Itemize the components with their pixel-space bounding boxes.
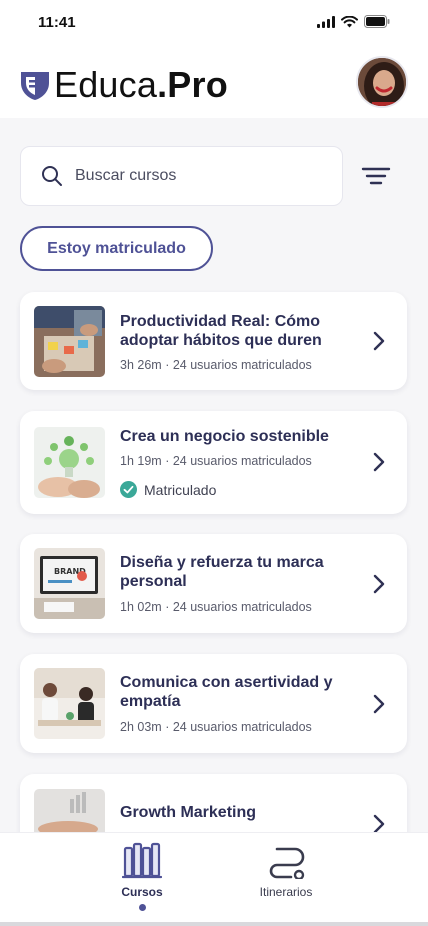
search-box[interactable]: Buscar cursos [20,146,343,206]
course-students: 24 usuarios matriculados [172,600,312,614]
course-duration: 2h 03m [120,720,162,734]
course-title: Diseña y refuerza tu marca personal [120,554,324,590]
chevron-right-icon[interactable] [371,451,387,473]
course-meta: 1h 19m · 24 usuarios matriculados [120,454,312,468]
logo-dot: . [157,64,168,105]
shield-logo-icon [21,72,49,100]
course-students: 24 usuarios matriculados [172,358,312,372]
course-title: Growth Marketing [120,804,257,821]
logo-text: Educa.Pro [54,64,228,106]
course-thumbnail [34,668,105,739]
course-thumbnail [34,427,105,498]
active-tab-indicator [138,904,146,911]
books-icon [122,842,162,879]
course-meta: 2h 03m · 24 usuarios matriculados [120,720,312,734]
app-header: Educa.Pro [0,46,428,118]
course-card[interactable]: Productividad Real: Cómo adoptar hábitos… [20,292,407,390]
user-avatar[interactable] [356,56,408,108]
meta-separator: · [165,600,170,614]
course-title: Crea un negocio sostenible [120,428,329,445]
check-circle-icon [120,481,137,498]
course-thumbnail [34,306,105,377]
route-icon [269,847,305,879]
app-logo[interactable]: Educa.Pro [20,64,228,106]
bottom-tab-bar: Cursos Itinerarios [0,832,428,922]
wifi-icon [341,15,358,27]
course-students: 24 usuarios matriculados [172,454,312,468]
logo-bold: Pro [167,64,228,105]
chevron-right-icon[interactable] [371,330,387,352]
course-duration: 3h 26m [120,358,162,372]
avatar-image [358,58,406,106]
battery-icon [364,15,390,28]
meta-separator: · [165,454,170,468]
home-indicator [0,922,428,926]
logo-main: Educa [54,64,158,105]
course-duration: 1h 19m [120,454,162,468]
course-duration: 1h 02m [120,600,162,614]
tab-label: Cursos [121,885,163,899]
status-bar: 11:41 [0,0,428,46]
course-thumbnail: BRAND [34,548,105,619]
course-title: Comunica con asertividad y empatía [120,674,333,710]
meta-separator: · [165,720,170,734]
course-students: 24 usuarios matriculados [172,720,312,734]
course-title: Productividad Real: Cómo adoptar hábitos… [120,313,322,349]
meta-separator: · [165,358,170,372]
tab-itinerarios[interactable]: Itinerarios [256,841,316,899]
course-card[interactable]: Comunica con asertividad y empatía 2h 03… [20,654,407,753]
course-card[interactable]: Crea un negocio sostenible 1h 19m · 24 u… [20,411,407,514]
course-card[interactable]: BRAND Diseña y refuerza tu marca persona… [20,534,407,633]
signal-icon [317,15,335,28]
tab-cursos[interactable]: Cursos [117,841,167,911]
enrolled-status: Matriculado [120,481,216,498]
tab-label: Itinerarios [259,885,313,899]
search-icon [42,166,62,186]
status-time: 11:41 [38,14,76,31]
search-input[interactable]: Buscar cursos [75,167,176,185]
enrolled-label: Matriculado [144,481,217,498]
course-meta: 3h 26m · 24 usuarios matriculados [120,358,312,372]
chevron-right-icon[interactable] [371,573,387,595]
course-meta: 1h 02m · 24 usuarios matriculados [120,600,312,614]
enrolled-filter-chip[interactable]: Estoy matriculado [20,226,213,271]
status-icons [317,15,390,28]
chevron-right-icon[interactable] [371,693,387,715]
filter-icon[interactable] [360,162,392,190]
